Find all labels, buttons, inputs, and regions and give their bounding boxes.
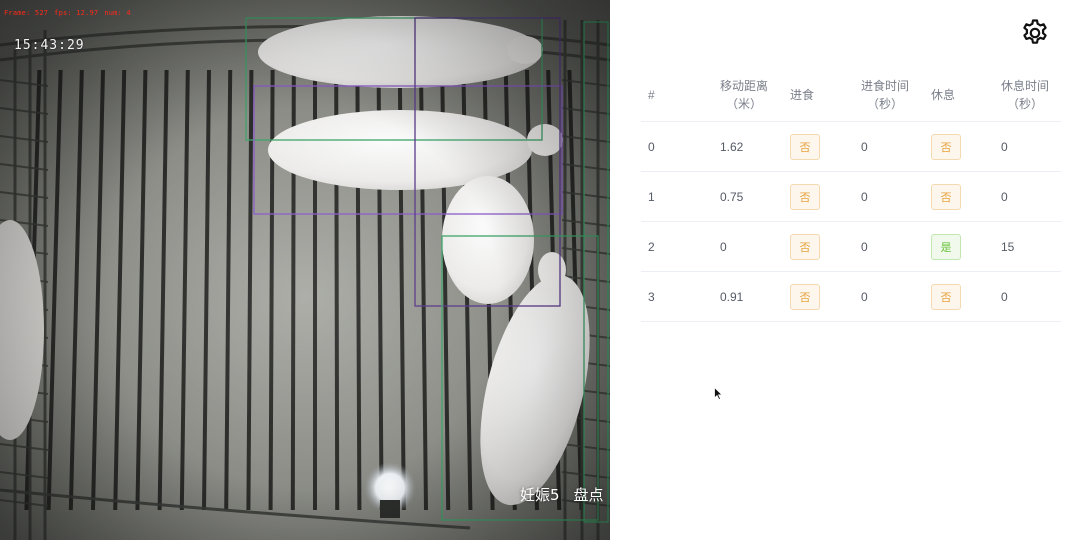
row-resting: 否 (931, 172, 961, 221)
col-eating-header: 进食 (790, 87, 815, 102)
row-index: 1 (648, 189, 655, 204)
col-distance-title: 移动距离 (720, 78, 769, 93)
table-row: 2 0 否 0 是 15 (641, 222, 1061, 272)
col-rest-time-header: 休息时间 （秒） (1001, 68, 1071, 121)
eating-status-badge: 否 (790, 283, 820, 310)
col-distance-unit: （米） (726, 96, 763, 111)
row-index: 2 (648, 239, 655, 254)
row-eating: 否 (790, 222, 820, 271)
row-resting: 否 (931, 272, 961, 321)
row-index: 3 (648, 289, 655, 304)
col-eat-time-title: 进食时间 (861, 78, 910, 93)
row-rest-time: 0 (1001, 139, 1008, 154)
pig-0 (258, 16, 543, 88)
row-rest-time: 15 (1001, 239, 1015, 254)
pen-caption: 妊娠5 盘点 (520, 484, 604, 505)
row-rest-time: 0 (1001, 189, 1008, 204)
col-index-header: # (648, 87, 655, 102)
inventory-label: 盘点 (573, 486, 604, 504)
col-resting-header: 休息 (931, 87, 956, 102)
row-eat-time: 0 (861, 289, 868, 304)
table-header: # 移动距离 （米） 进食 进食时间 （秒） 休息 休息时间 （秒） (641, 68, 1061, 122)
row-eat-time: 0 (861, 239, 868, 254)
pen-scene (0, 0, 610, 540)
resting-status-badge: 是 (931, 233, 961, 260)
row-index: 0 (648, 139, 655, 154)
frame-count: Frame: 527 (4, 9, 49, 17)
table-row: 3 0.91 否 0 否 0 (641, 272, 1061, 322)
resting-status-badge: 否 (931, 133, 961, 160)
row-eat-time: 0 (861, 189, 868, 204)
resting-status-badge: 否 (931, 183, 961, 210)
row-resting: 是 (931, 222, 961, 271)
pig-stats-table: # 移动距离 （米） 进食 进食时间 （秒） 休息 休息时间 （秒） 0 1.62 否… (641, 68, 1061, 322)
eating-status-badge: 否 (790, 233, 820, 260)
table-row: 1 0.75 否 0 否 0 (641, 172, 1061, 222)
fps-value: fps: 12.97 (54, 9, 99, 17)
col-eat-time-unit: （秒） (867, 96, 904, 111)
settings-button[interactable] (1020, 18, 1050, 48)
frame-stats-overlay: Frame: 527 fps: 12.97 num: 4 (4, 9, 137, 17)
floor-slat (268, 69, 275, 511)
eating-status-badge: 否 (790, 133, 820, 160)
stats-panel: # 移动距离 （米） 进食 进食时间 （秒） 休息 休息时间 （秒） 0 1.62 否… (625, 0, 1080, 540)
pig-count: num: 4 (104, 9, 131, 17)
row-eating: 否 (790, 172, 820, 221)
row-eat-time: 0 (861, 139, 868, 154)
col-eat-time-header: 进食时间 （秒） (861, 68, 931, 121)
pen-name: 妊娠5 (520, 486, 560, 504)
row-resting: 否 (931, 122, 961, 171)
row-distance: 0.75 (720, 189, 744, 204)
eating-status-badge: 否 (790, 183, 820, 210)
row-distance: 0.91 (720, 289, 744, 304)
col-distance-header: 移动距离 （米） (720, 68, 790, 121)
row-eating: 否 (790, 122, 820, 171)
table-row: 0 1.62 否 0 否 0 (641, 122, 1061, 172)
resting-status-badge: 否 (931, 283, 961, 310)
pig-2 (442, 176, 534, 304)
row-distance: 0 (720, 239, 727, 254)
gear-icon (1023, 19, 1047, 44)
mouse-pointer-icon (714, 387, 723, 400)
col-rest-time-unit: （秒） (1007, 96, 1044, 111)
camera-feed: Frame: 527 fps: 12.97 num: 4 15:43:29 妊娠5 盘… (0, 0, 610, 540)
row-distance: 1.62 (720, 139, 744, 154)
video-timestamp: 15:43:29 (14, 38, 85, 53)
col-rest-time-title: 休息时间 (1001, 78, 1050, 93)
row-eating: 否 (790, 272, 820, 321)
row-rest-time: 0 (1001, 289, 1008, 304)
